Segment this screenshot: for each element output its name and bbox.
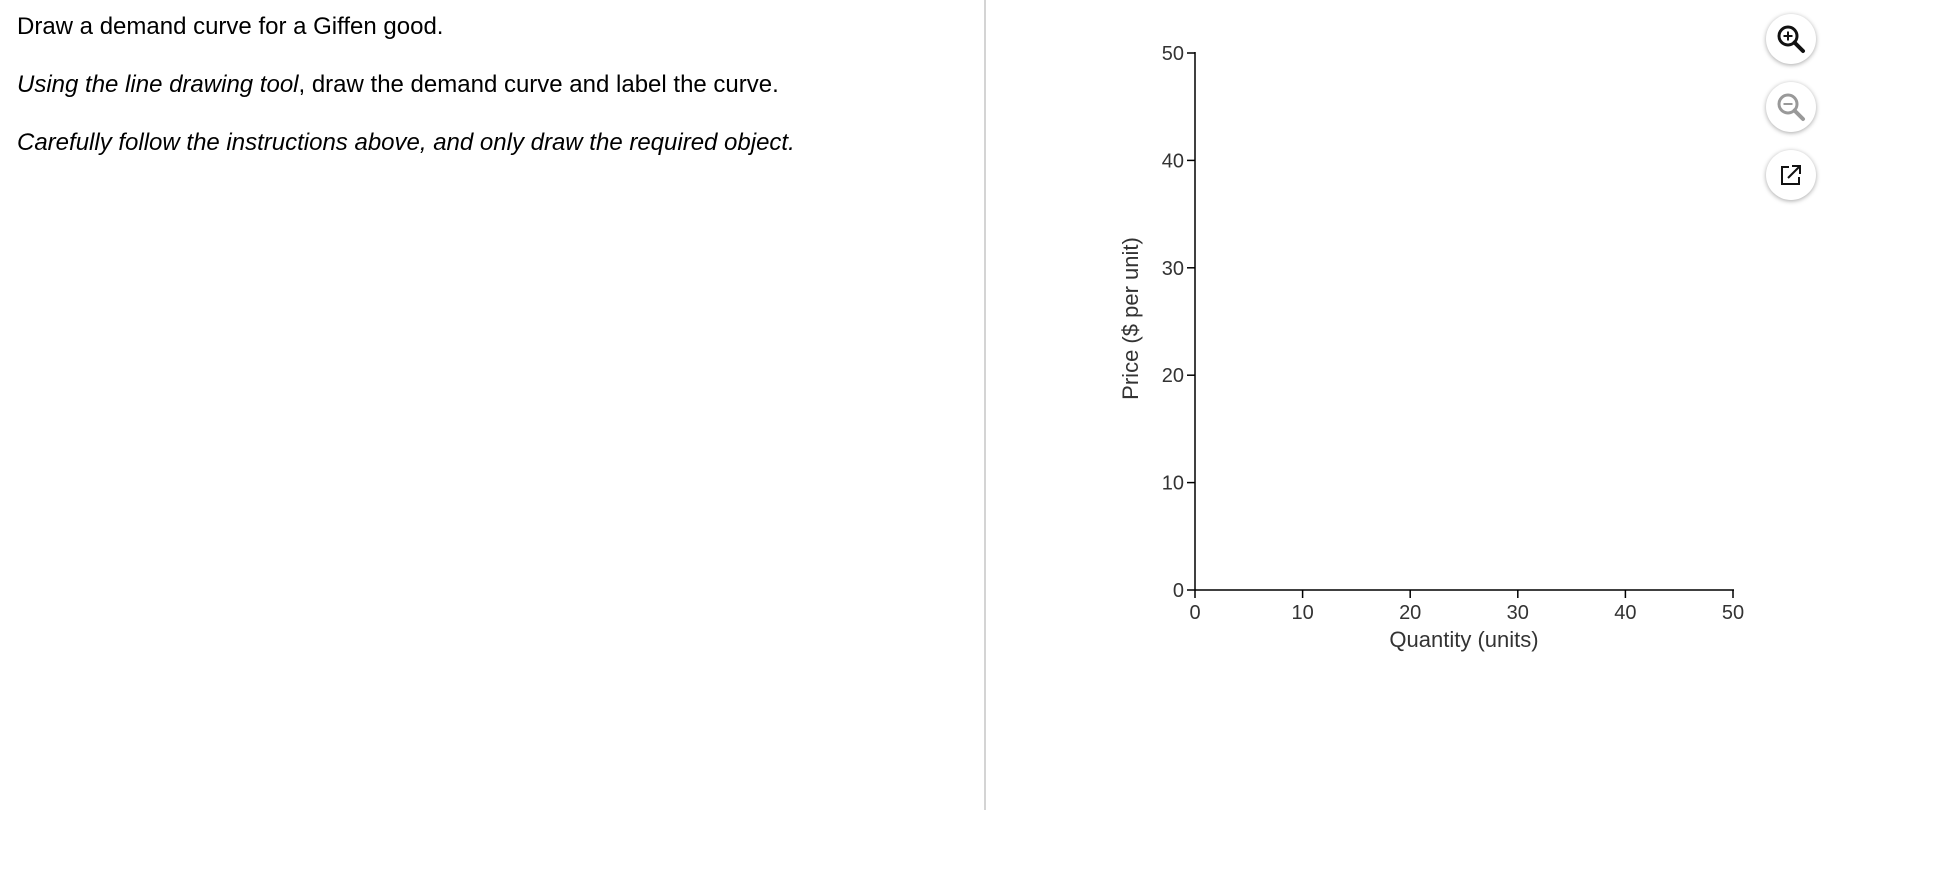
instruction-question: Draw a demand curve for a Giffen good.: [17, 13, 444, 40]
y-tick-label-0: 0: [1173, 580, 1184, 602]
y-tick-label-40: 40: [1162, 150, 1184, 172]
zoom-out-icon: [1777, 93, 1805, 121]
x-tick-label-20: 20: [1399, 602, 1421, 624]
y-axis-label: Price ($ per unit): [1118, 237, 1143, 400]
x-tick-label-30: 30: [1507, 602, 1529, 624]
x-tick-label-50: 50: [1722, 602, 1744, 624]
zoom-out-button[interactable]: [1766, 82, 1816, 132]
instruction-caution: Carefully follow the instructions above,…: [17, 128, 795, 158]
instruction-tool-rest: , draw the demand curve and label the cu…: [298, 71, 779, 98]
popout-button[interactable]: [1766, 150, 1816, 200]
graph-panel: 0 10 20 30 40 50 0 10 20 30 40 50 Quantity (units) Pr…: [986, 0, 1952, 810]
popout-icon: [1781, 165, 1801, 185]
x-tick-label-40: 40: [1614, 602, 1636, 624]
y-tick-label-50: 50: [1162, 43, 1184, 65]
instruction-tool: Using the line drawing tool, draw the de…: [17, 70, 779, 100]
x-axis-label: Quantity (units): [1389, 627, 1538, 652]
instruction-tool-italic: Using the line drawing tool: [17, 71, 299, 98]
x-tick-label-10: 10: [1291, 602, 1313, 624]
x-tick-label-0: 0: [1189, 602, 1200, 624]
y-tick-label-30: 30: [1162, 258, 1184, 280]
y-tick-label-10: 10: [1162, 473, 1184, 495]
zoom-in-button[interactable]: [1766, 14, 1816, 64]
instruction-caution-text: Carefully follow the instructions above,…: [17, 129, 795, 156]
y-tick-label-20: 20: [1162, 365, 1184, 387]
instructions-panel: Draw a demand curve for a Giffen good. U…: [0, 0, 984, 810]
zoom-in-icon: [1777, 25, 1805, 53]
